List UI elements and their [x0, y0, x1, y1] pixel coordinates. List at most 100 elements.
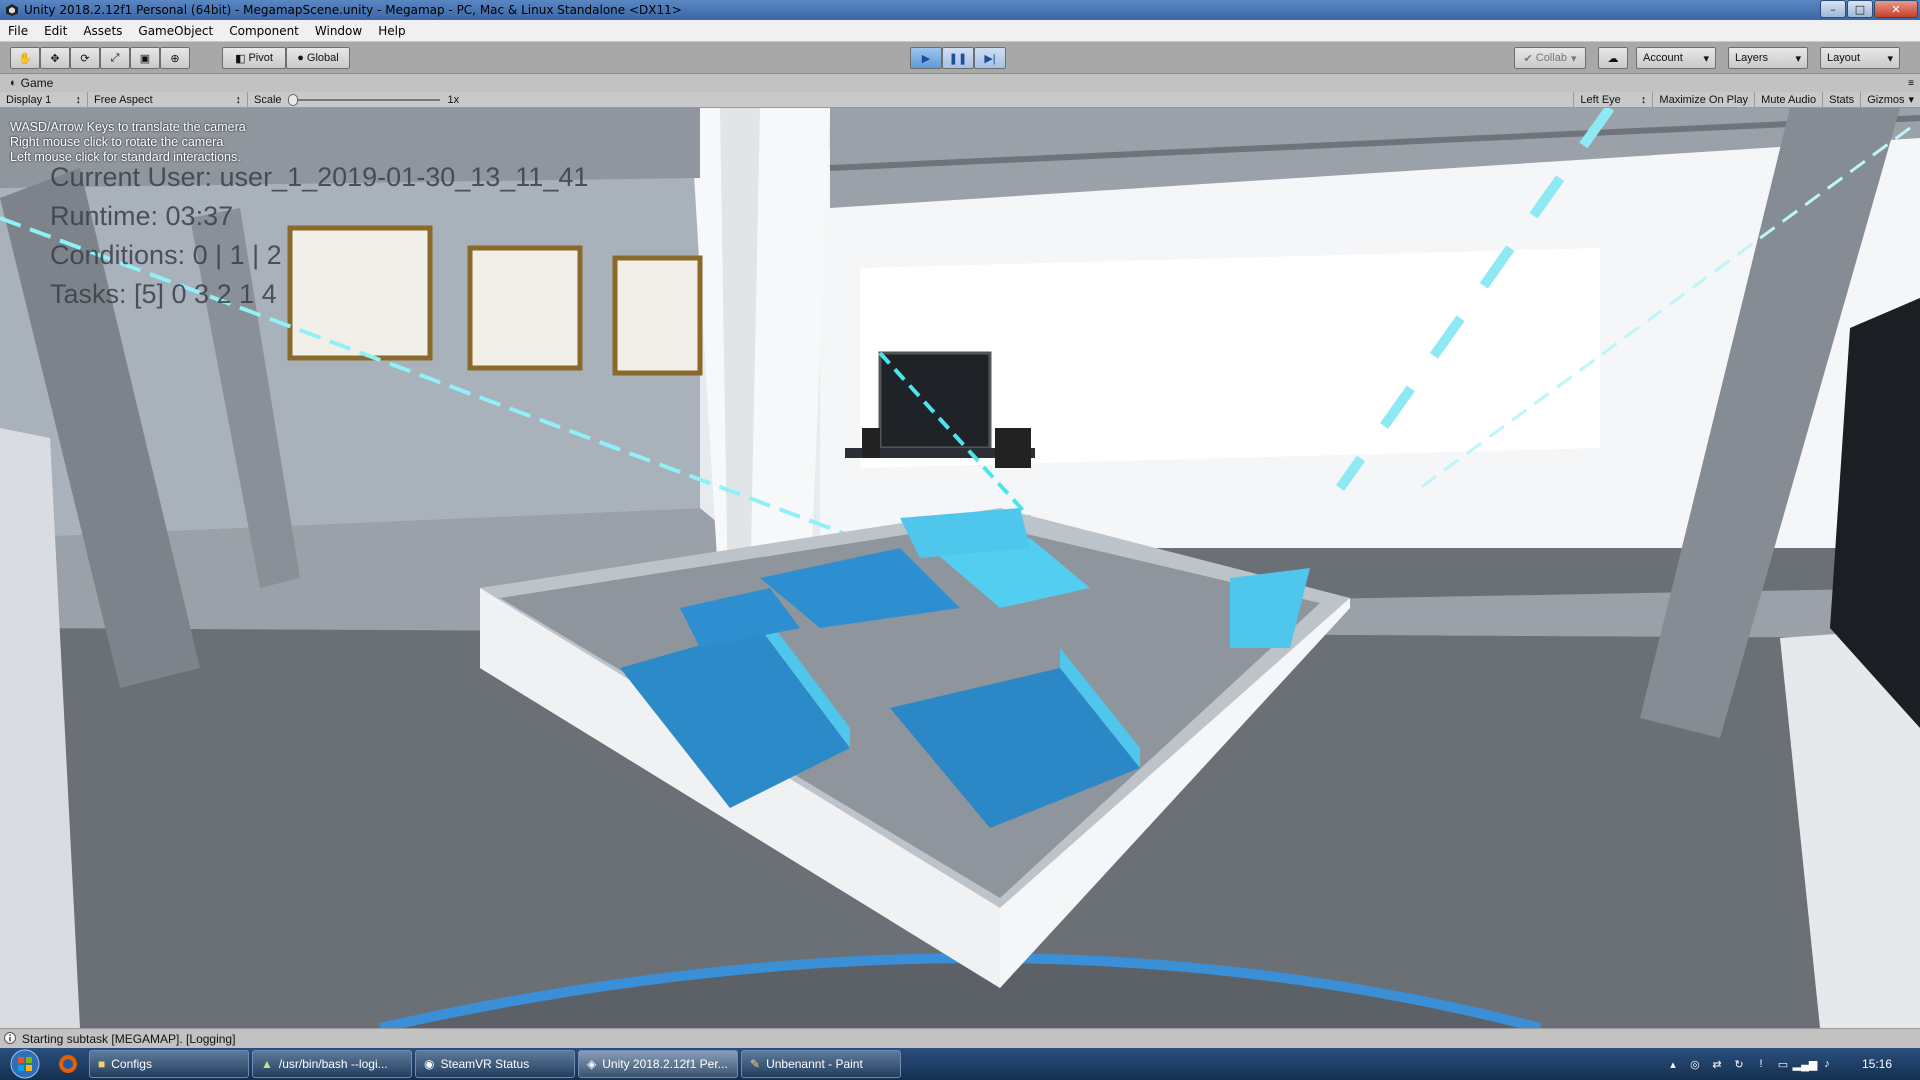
stats-toggle[interactable]: Stats [1823, 91, 1862, 108]
taskbar-item-bash[interactable]: ▲ /usr/bin/bash --logi... [252, 1050, 412, 1078]
help-line-rotate: Right mouse click to rotate the camera [10, 135, 224, 149]
status-message: Starting subtask [MEGAMAP]. [Logging] [22, 1031, 236, 1046]
steam-tray-icon[interactable]: ◎ [1688, 1057, 1702, 1071]
transform-tool-button[interactable]: ⊕ [160, 47, 190, 69]
menu-file[interactable]: File [0, 24, 36, 38]
dropdown-icon: ▾ [1908, 94, 1914, 106]
taskbar-item-label: /usr/bin/bash --logi... [278, 1057, 388, 1071]
layers-dropdown[interactable]: Layers ▾ [1728, 47, 1808, 69]
scale-slider[interactable] [287, 93, 440, 106]
minimize-button[interactable]: – [1820, 0, 1846, 18]
taskbar-item-paint[interactable]: ✎ Unbenannt - Paint [741, 1050, 901, 1078]
menu-gameobject[interactable]: GameObject [130, 24, 221, 38]
info-icon [4, 1031, 18, 1046]
pause-button[interactable]: ❚❚ [942, 47, 974, 69]
gizmos-label: Gizmos [1867, 93, 1905, 106]
collab-button[interactable]: ✔ Collab ▾ [1514, 47, 1586, 69]
play-icon: ▶ [921, 52, 931, 65]
session-stats-overlay: Current User: user_1_2019-01-30_13_11_41… [50, 158, 588, 314]
move-tool-button[interactable]: ✥ [40, 47, 70, 69]
transform-tools: ✋ ✥ ⟳ ⤢ ▣ ⊕ [10, 47, 190, 69]
tab-menu-icon[interactable]: ≡ [1908, 78, 1914, 89]
terminal-icon: ▲ [261, 1057, 273, 1071]
taskbar-item-unity[interactable]: ◈ Unity 2018.2.12f1 Per... [578, 1050, 738, 1078]
move-icon: ✥ [50, 52, 60, 65]
rect-icon: ▣ [139, 52, 151, 65]
menu-window[interactable]: Window [307, 24, 370, 38]
close-button[interactable]: ✕ [1874, 0, 1918, 18]
taskbar-item-label: Configs [111, 1057, 152, 1071]
windows-taskbar: ■ Configs ▲ /usr/bin/bash --logi... ◉ St… [0, 1048, 1920, 1080]
aspect-label: Free Aspect [94, 93, 153, 106]
scale-icon: ⤢ [110, 51, 120, 64]
menu-component[interactable]: Component [221, 24, 307, 38]
dropdown-icon: ▾ [1570, 52, 1577, 65]
taskbar-item-configs[interactable]: ■ Configs [89, 1050, 249, 1078]
firefox-taskbar-icon[interactable] [50, 1050, 86, 1078]
aspect-dropdown[interactable]: Free Aspect ↕ [88, 91, 248, 108]
account-label: Account [1643, 52, 1683, 64]
menu-help[interactable]: Help [370, 24, 413, 38]
mute-audio-toggle[interactable]: Mute Audio [1755, 91, 1824, 108]
menu-assets[interactable]: Assets [75, 24, 130, 38]
taskbar-item-steamvr[interactable]: ◉ SteamVR Status [415, 1050, 575, 1078]
unity-icon [4, 2, 20, 18]
rotate-tool-button[interactable]: ⟳ [70, 47, 100, 69]
pivot-label: Pivot [248, 52, 273, 64]
hand-icon: ✋ [18, 52, 32, 65]
start-button[interactable] [0, 1048, 50, 1080]
layout-dropdown[interactable]: Layout ▾ [1820, 47, 1900, 69]
window-titlebar: Unity 2018.2.12f1 Personal (64bit) - Meg… [0, 0, 1920, 20]
pivot-button[interactable]: ◧ Pivot [222, 47, 286, 69]
play-button[interactable]: ▶ [910, 47, 942, 69]
windows-logo-icon [10, 1049, 40, 1079]
window-title: Unity 2018.2.12f1 Personal (64bit) - Meg… [24, 3, 682, 17]
unity-icon: ◈ [587, 1057, 597, 1071]
menu-edit[interactable]: Edit [36, 24, 75, 38]
maximize-on-play-toggle[interactable]: Maximize On Play [1653, 91, 1756, 108]
check-icon: ✔ [1523, 52, 1533, 65]
global-button[interactable]: ● Global [286, 47, 350, 69]
global-label: Global [306, 52, 339, 64]
signal-tray-icon[interactable]: ▂▄▆ [1793, 1057, 1818, 1071]
taskbar-item-label: Unity 2018.2.12f1 Per... [602, 1057, 728, 1071]
gizmos-dropdown[interactable]: Gizmos ▾ [1861, 92, 1920, 108]
dropdown-icon: ▾ [1795, 52, 1801, 65]
folder-icon: ■ [98, 1057, 106, 1071]
cloud-button[interactable]: ☁ [1598, 47, 1628, 69]
taskbar-item-label: Unbenannt - Paint [766, 1057, 863, 1071]
main-toolbar: ✋ ✥ ⟳ ⤢ ▣ ⊕ ◧ Pivot ● Global ▶ ❚❚ ▶| ✔ Coll… [0, 42, 1920, 74]
scale-slider-thumb[interactable] [287, 93, 298, 106]
pivot-icon: ◧ [235, 52, 246, 65]
conditions-text: Conditions: 0 | 1 | 2 [50, 240, 282, 270]
paint-icon: ✎ [750, 1057, 761, 1071]
alert-tray-icon[interactable]: ! [1754, 1057, 1768, 1071]
transform-icon: ⊕ [170, 52, 180, 65]
firefox-icon [59, 1055, 77, 1073]
tab-game[interactable]: ◐ Game [0, 76, 53, 90]
steamvr-icon: ◉ [424, 1057, 435, 1071]
system-tray: ▴ ◎ ⇄ ↻ ! ▭ ▂▄▆ ♪ 15:16 [1666, 1048, 1920, 1080]
clock[interactable]: 15:16 [1862, 1057, 1892, 1071]
tray-expand-icon[interactable]: ▴ [1666, 1057, 1680, 1071]
eye-dropdown[interactable]: Left Eye ↕ [1573, 91, 1654, 108]
rect-tool-button[interactable]: ▣ [130, 47, 160, 69]
maximize-button[interactable]: □ [1847, 0, 1873, 18]
play-controls: ▶ ❚❚ ▶| [910, 47, 1006, 69]
console-status-bar[interactable]: Starting subtask [MEGAMAP]. [Logging] [0, 1028, 1920, 1048]
eye-label: Left Eye [1580, 93, 1621, 106]
layers-label: Layers [1735, 52, 1769, 64]
right-toolbar: ✔ Collab ▾ ☁ Account ▾ Layers ▾ Layout ▾ [1514, 47, 1900, 69]
menu-bar: File Edit Assets GameObject Component Wi… [0, 20, 1920, 42]
volume-tray-icon[interactable]: ♪ [1820, 1057, 1834, 1071]
display-dropdown[interactable]: Display 1 ↕ [0, 91, 88, 108]
hand-tool-button[interactable]: ✋ [10, 47, 40, 69]
step-button[interactable]: ▶| [974, 47, 1006, 69]
display-tray-icon[interactable]: ▭ [1776, 1057, 1790, 1071]
account-dropdown[interactable]: Account ▾ [1636, 47, 1716, 69]
game-tab-header: ◐ Game ≡ [0, 74, 1920, 92]
refresh-tray-icon[interactable]: ↻ [1732, 1057, 1746, 1071]
scale-tool-button[interactable]: ⤢ [100, 47, 130, 69]
game-viewport[interactable]: WASD/Arrow Keys to translate the camera … [0, 108, 1920, 1028]
network-share-tray-icon[interactable]: ⇄ [1710, 1057, 1724, 1071]
